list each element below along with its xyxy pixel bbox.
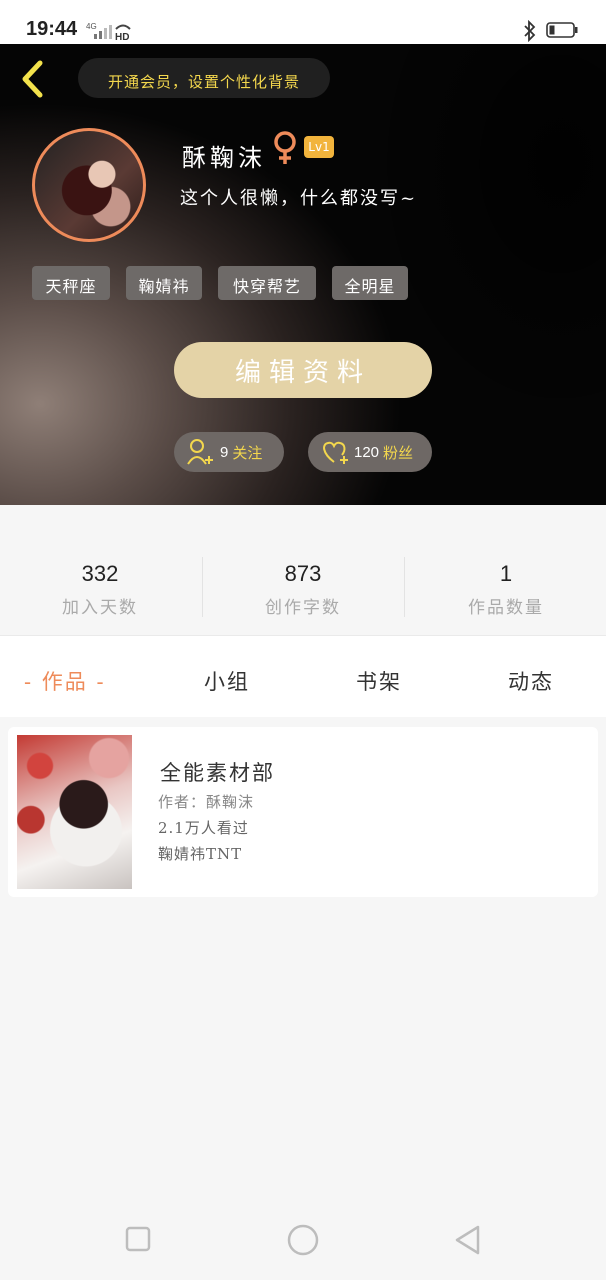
level-badge: Lv1 — [304, 136, 334, 158]
back-icon[interactable] — [16, 58, 48, 100]
status-bar: 19:44 4G HD — [0, 0, 606, 44]
profile-tabs: - 作品 - 小组 书架 动态 — [0, 635, 606, 717]
edit-profile-button[interactable]: 编辑资料 — [174, 342, 432, 398]
stat-works-count: 1 作品数量 — [406, 561, 606, 618]
heart-plus-icon — [323, 441, 348, 464]
back-nav-icon[interactable] — [448, 1222, 488, 1258]
works-list: 全能素材部 作者：酥鞠沫 2.1万人看过 鞠婧祎TNT — [0, 717, 606, 1280]
battery-icon — [546, 22, 578, 38]
signal-icon: 4G HD — [86, 22, 131, 42]
edit-profile-label: 编辑资料 — [234, 357, 371, 388]
profile-tag[interactable]: 快穿帮艺 — [218, 266, 316, 300]
avatar[interactable] — [32, 128, 146, 242]
stat-value: 1 — [499, 561, 513, 586]
fans-button[interactable]: 120 粉丝 — [308, 432, 432, 472]
stat-label: 创作字数 — [265, 598, 341, 618]
vip-prompt-label: 开通会员，设置个性化背景 — [107, 72, 300, 91]
stat-divider — [404, 557, 405, 617]
bluetooth-icon — [524, 20, 536, 42]
profile-tag[interactable]: 鞠婧祎 — [126, 266, 202, 300]
profile-tag[interactable]: 天秤座 — [32, 266, 110, 300]
following-count: 9 — [220, 443, 229, 461]
add-user-icon — [187, 439, 213, 465]
hd-label: HD — [115, 32, 129, 42]
profile-page: 19:44 4G HD 开通会员，设置个性化背景 酥鞠沫 Lv1 这个人很懒，什… — [0, 0, 606, 1280]
tab-activity[interactable]: 动态 — [508, 666, 554, 696]
stat-value: 873 — [284, 561, 322, 586]
work-tag: 鞠婧祎TNT — [158, 845, 243, 863]
stat-join-days: 332 加入天数 — [0, 561, 200, 618]
network-label: 4G — [86, 22, 97, 31]
work-cover-image — [17, 735, 132, 889]
tab-works[interactable]: - 作品 - — [24, 666, 106, 696]
stat-label: 作品数量 — [468, 598, 544, 618]
stat-label: 加入天数 — [62, 598, 138, 618]
following-button[interactable]: 9 关注 — [174, 432, 284, 472]
tab-bookshelf[interactable]: 书架 — [356, 666, 402, 696]
work-title: 全能素材部 — [160, 761, 275, 785]
profile-header: 开通会员，设置个性化背景 酥鞠沫 Lv1 这个人很懒，什么都没写~ 天秤座 鞠婧… — [0, 44, 606, 505]
following-label: 关注 — [232, 443, 263, 462]
stat-value: 332 — [81, 561, 119, 586]
home-icon[interactable] — [283, 1222, 323, 1258]
work-card[interactable]: 全能素材部 作者：酥鞠沫 2.1万人看过 鞠婧祎TNT — [8, 727, 598, 897]
female-icon — [274, 131, 296, 164]
username: 酥鞠沫 — [182, 144, 266, 172]
fans-count: 120 — [354, 443, 380, 461]
fans-label: 粉丝 — [383, 443, 414, 462]
recent-apps-icon[interactable] — [118, 1222, 158, 1258]
stat-word-count: 873 创作字数 — [203, 561, 403, 618]
vip-background-button[interactable]: 开通会员，设置个性化背景 — [78, 58, 330, 98]
profile-tag[interactable]: 全明星 — [332, 266, 408, 300]
work-author: 作者：酥鞠沫 — [158, 793, 255, 811]
system-nav-bar — [0, 1200, 606, 1280]
stats-bar: 332 加入天数 873 创作字数 1 作品数量 — [0, 505, 606, 635]
status-time: 19:44 — [26, 18, 78, 40]
bio-text: 这个人很懒，什么都没写~ — [180, 188, 418, 209]
tab-groups[interactable]: 小组 — [204, 666, 250, 696]
work-views: 2.1万人看过 — [158, 819, 249, 837]
